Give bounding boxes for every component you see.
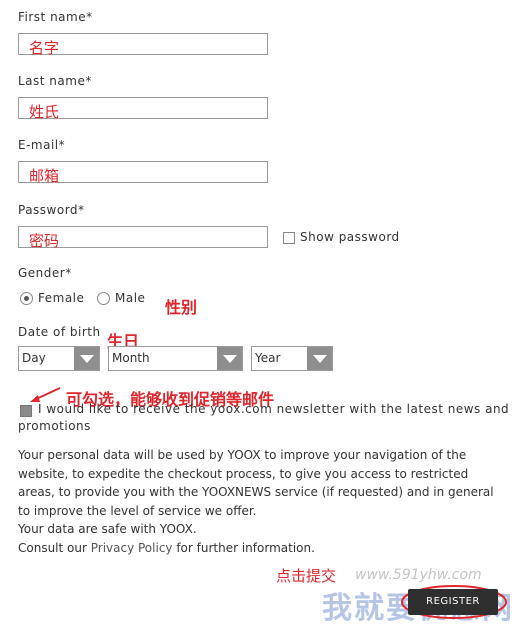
gender-annotation: 性别	[165, 298, 198, 317]
dob-day-chevron-down-icon	[74, 347, 99, 370]
gender-label: Gender*	[18, 266, 72, 280]
dob-day-value: Day	[22, 351, 46, 365]
email-label: E-mail*	[18, 138, 66, 152]
password-input[interactable]: 密码	[18, 226, 268, 250]
privacy-policy-link[interactable]: Privacy Policy	[91, 541, 173, 555]
gender-male-radio[interactable]	[97, 292, 110, 305]
privacy-paragraph: Your personal data will be used by YOOX …	[18, 446, 508, 557]
consult-prefix: Consult our	[18, 540, 91, 555]
email-annotation: 邮箱	[29, 167, 60, 185]
last-name-label: Last name*	[18, 74, 92, 88]
dob-year-value: Year	[255, 351, 281, 365]
privacy-consult-line: Consult our Privacy Policy for further i…	[18, 539, 508, 558]
newsletter-checkbox[interactable]	[20, 405, 32, 417]
dob-year-chevron-down-icon	[307, 347, 332, 370]
register-button[interactable]: REGISTER	[408, 589, 498, 615]
gender-female-radio[interactable]	[20, 292, 33, 305]
dob-label: Date of birth	[18, 325, 101, 339]
dob-year-select[interactable]: Year	[251, 346, 333, 371]
dob-month-chevron-down-icon	[217, 347, 242, 370]
privacy-line: areas, to provide you with the YOOXNEWS …	[18, 485, 494, 499]
newsletter-label-line1: I would like to receive the yoox.com new…	[38, 402, 510, 416]
first-name-input[interactable]: 名字	[18, 33, 268, 57]
watermark-url: www.591yhw.com	[355, 567, 482, 583]
consult-suffix: for further information.	[172, 540, 315, 555]
password-label: Password*	[18, 203, 85, 217]
first-name-label: First name*	[18, 10, 93, 24]
dob-month-value: Month	[112, 351, 150, 365]
gender-male-label: Male	[115, 291, 146, 305]
dob-day-select[interactable]: Day	[18, 346, 100, 371]
gender-female-label: Female	[38, 291, 85, 305]
show-password-checkbox[interactable]	[283, 232, 295, 244]
newsletter-label-line2: promotions	[18, 419, 91, 433]
privacy-line: Your data are safe with YOOX.	[18, 522, 197, 536]
dob-month-select[interactable]: Month	[108, 346, 243, 371]
password-annotation: 密码	[29, 232, 60, 250]
show-password-label: Show password	[300, 230, 400, 244]
privacy-line: to improve the level of service we offer…	[18, 503, 257, 518]
privacy-line: website, to expedite the checkout proces…	[18, 466, 469, 481]
last-name-annotation: 姓氏	[29, 103, 60, 121]
privacy-line: Your personal data will be used by YOOX …	[18, 448, 467, 462]
email-input[interactable]: 邮箱	[18, 161, 268, 185]
last-name-input[interactable]: 姓氏	[18, 97, 268, 121]
first-name-annotation: 名字	[29, 39, 60, 57]
